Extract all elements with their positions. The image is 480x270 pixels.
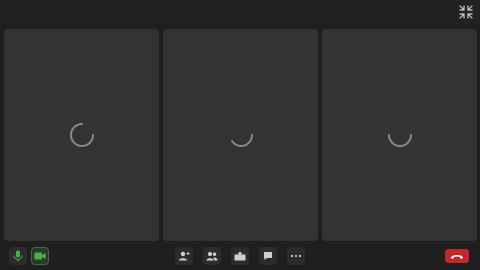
chat-button[interactable] <box>259 247 277 265</box>
loading-spinner-icon <box>230 134 253 148</box>
microphone-icon <box>13 250 23 262</box>
more-options-button[interactable] <box>287 247 305 265</box>
video-grid <box>4 29 477 241</box>
camera-icon <box>34 252 46 260</box>
camera-button[interactable] <box>31 247 49 265</box>
participants-icon <box>206 252 218 261</box>
participant-tile[interactable] <box>163 29 318 241</box>
participant-tile[interactable] <box>322 29 477 241</box>
exit-fullscreen-button[interactable] <box>459 5 473 19</box>
chat-icon <box>264 252 272 260</box>
participants-button[interactable] <box>203 247 221 265</box>
share-screen-icon <box>234 251 246 261</box>
hang-up-icon <box>451 254 463 259</box>
add-person-icon <box>179 251 190 261</box>
exit-fullscreen-icon <box>459 5 473 19</box>
loading-spinner-icon <box>387 134 412 148</box>
call-toolbar <box>0 244 480 270</box>
top-bar <box>0 0 480 24</box>
participant-tile[interactable] <box>4 29 159 241</box>
more-options-icon <box>290 254 302 258</box>
add-person-button[interactable] <box>175 247 193 265</box>
microphone-button[interactable] <box>9 247 27 265</box>
hang-up-button[interactable] <box>445 249 469 263</box>
loading-spinner-icon <box>69 123 94 147</box>
share-screen-button[interactable] <box>231 247 249 265</box>
